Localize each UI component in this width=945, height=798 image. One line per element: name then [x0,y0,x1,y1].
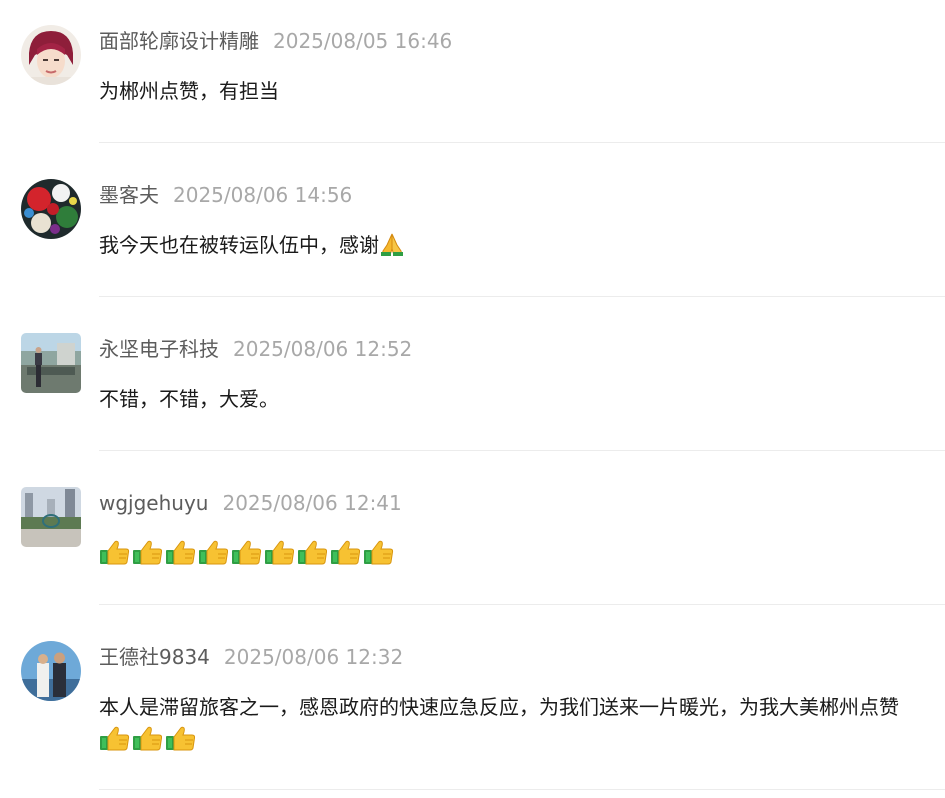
avatar[interactable] [21,333,81,393]
comment-text [99,537,929,569]
avatar[interactable] [21,487,81,547]
comment-meta: wgjgehuyu 2025/08/06 12:41 [99,490,402,516]
divider [99,789,945,790]
timestamp: 2025/08/05 16:46 [273,29,453,53]
thumbs-up-icon [330,539,362,565]
avatar[interactable] [21,179,81,239]
avatar[interactable] [21,641,81,701]
comment-meta: 面部轮廓设计精雕 2025/08/05 16:46 [99,28,452,54]
comment-meta: 王德社9834 2025/08/06 12:32 [99,644,403,670]
comment-text: 不错，不错，大爱。 [99,383,929,415]
thumbs-up-icon [132,539,164,565]
timestamp: 2025/08/06 12:41 [222,491,402,515]
author-name[interactable]: 面部轮廓设计精雕 [99,29,259,53]
avatar[interactable] [21,25,81,85]
thumbs-up-icon [99,725,131,751]
thumbs-up-icon [198,539,230,565]
comment-body: 我今天也在被转运队伍中，感谢 [99,233,379,257]
divider [99,604,945,605]
comment-body: 本人是滞留旅客之一，感恩政府的快速应急反应，为我们送来一片暖光，为我大美郴州点赞 [99,695,899,719]
author-name[interactable]: 墨客夫 [99,183,159,207]
thumbs-up-icon [264,539,296,565]
timestamp: 2025/08/06 14:56 [173,183,353,207]
thumbs-up-icon [297,539,329,565]
thumbs-up-icon [231,539,263,565]
comment-text: 本人是滞留旅客之一，感恩政府的快速应急反应，为我们送来一片暖光，为我大美郴州点赞 [99,691,929,755]
author-name[interactable]: wgjgehuyu [99,491,208,515]
thumbs-up-icon [363,539,395,565]
divider [99,450,945,451]
comment-body: 为郴州点赞，有担当 [99,79,279,103]
folded-hands-icon [379,231,405,257]
comment-meta: 墨客夫 2025/08/06 14:56 [99,182,352,208]
timestamp: 2025/08/06 12:52 [233,337,413,361]
comment-text: 我今天也在被转运队伍中，感谢 [99,229,929,261]
author-name[interactable]: 王德社9834 [99,645,210,669]
divider [99,142,945,143]
comment-text: 为郴州点赞，有担当 [99,75,929,107]
thumbs-up-icon [165,539,197,565]
comment-body: 不错，不错，大爱。 [99,387,279,411]
thumbs-up-icon [132,725,164,751]
thumbs-up-icon [99,539,131,565]
comment-meta: 永坚电子科技 2025/08/06 12:52 [99,336,412,362]
timestamp: 2025/08/06 12:32 [223,645,404,669]
divider [99,296,945,297]
author-name[interactable]: 永坚电子科技 [99,337,219,361]
thumbs-up-icon [165,725,197,751]
